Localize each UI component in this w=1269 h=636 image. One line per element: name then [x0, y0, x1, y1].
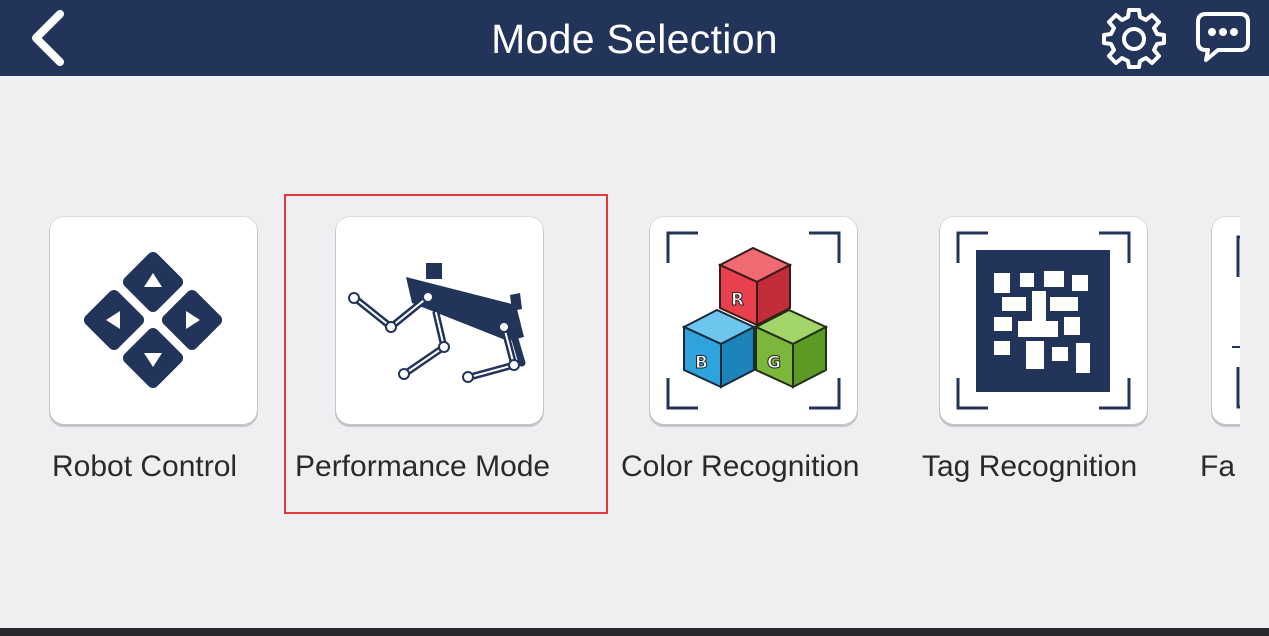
mode-label: Performance Mode [295, 450, 551, 483]
settings-button[interactable] [1100, 4, 1168, 70]
mode-card[interactable] [336, 217, 543, 424]
svg-text:G: G [767, 353, 781, 373]
face-frame-icon [1232, 235, 1240, 409]
mode-card[interactable] [50, 217, 257, 424]
svg-text:B: B [695, 353, 708, 373]
mode-performance[interactable]: Performance Mode [286, 76, 586, 628]
mode-card[interactable]: R B G [650, 217, 857, 424]
gear-icon [1102, 8, 1166, 69]
mode-face-partial[interactable]: Fa [1162, 76, 1240, 628]
rgb-cubes-icon: R B G [666, 231, 841, 410]
svg-text:R: R [731, 290, 744, 310]
mode-label: Fa [1200, 450, 1236, 483]
direction-pad-icon [83, 251, 223, 389]
mode-carousel[interactable]: Robot Control Performance Mode R B G Col… [0, 76, 1240, 628]
robot-dog-icon [348, 263, 526, 383]
mode-color-recognition[interactable]: R B G Color Recognition [600, 76, 900, 628]
apriltag-icon [956, 231, 1131, 410]
chat-bubble-icon [1196, 12, 1250, 62]
mode-card[interactable] [1212, 217, 1240, 424]
mode-robot-control[interactable]: Robot Control [0, 76, 300, 628]
chat-button[interactable] [1192, 8, 1254, 66]
mode-label: Robot Control [52, 450, 238, 483]
mode-card[interactable] [940, 217, 1147, 424]
mode-tag-recognition[interactable]: Tag Recognition [890, 76, 1190, 628]
mode-label: Color Recognition [621, 450, 860, 483]
mode-label: Tag Recognition [922, 450, 1138, 483]
page-title: Mode Selection [491, 16, 778, 62]
top-app-bar: Mode Selection [0, 0, 1269, 76]
bottom-bar [0, 628, 1269, 636]
